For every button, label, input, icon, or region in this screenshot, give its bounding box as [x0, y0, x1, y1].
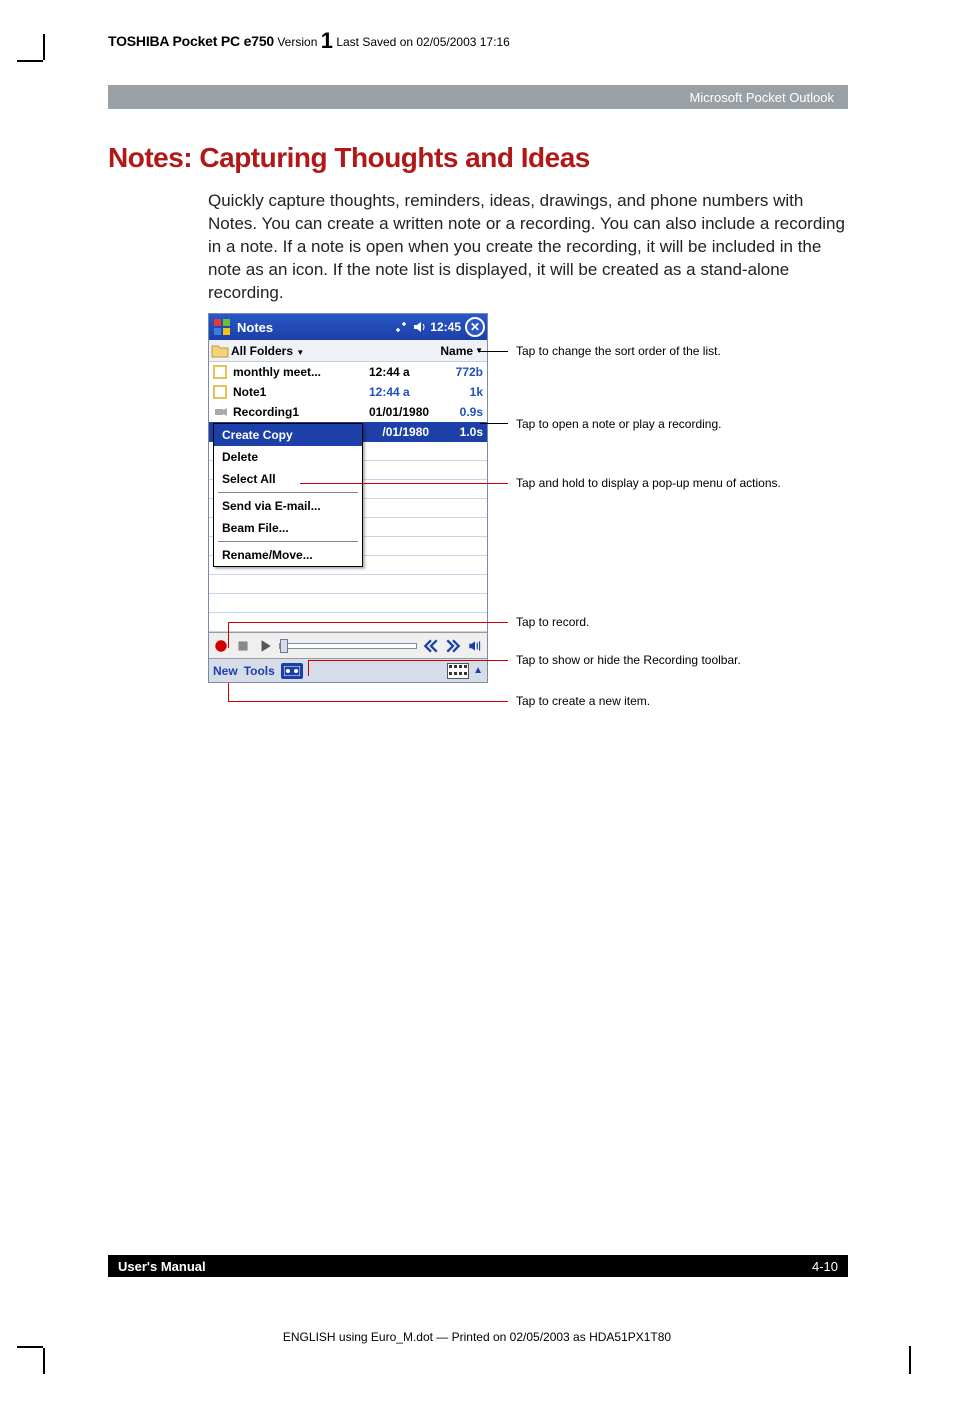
crop-mark: [43, 34, 45, 60]
app-title: Notes: [235, 320, 394, 335]
callout-toolbar: Tap to show or hide the Recording toolba…: [516, 653, 806, 669]
item-name: Note1: [233, 385, 369, 399]
skip-forward-button[interactable]: [445, 638, 461, 654]
callout-popup: Tap and hold to display a pop-up menu of…: [516, 476, 806, 492]
item-name: monthly meet...: [233, 365, 369, 379]
record-button[interactable]: [213, 638, 229, 654]
recording-toolbar-toggle[interactable]: [281, 663, 303, 679]
footer-page-number: 4-10: [812, 1259, 838, 1274]
crop-mark: [17, 60, 43, 62]
new-button[interactable]: New: [213, 664, 238, 678]
callout-line-red: [300, 483, 508, 484]
item-time: 01/01/1980: [369, 405, 443, 419]
lined-area: Create Copy Delete Select All Send via E…: [209, 442, 487, 632]
page-title: Notes: Capturing Thoughts and Ideas: [108, 142, 590, 174]
callout-line-red: [308, 660, 309, 676]
footer-left: User's Manual: [118, 1259, 206, 1274]
pocketpc-screenshot: Notes 12:45 ✕ All Folders ▼ Name ▼ m: [208, 313, 488, 683]
section-bar: Microsoft Pocket Outlook: [108, 85, 848, 109]
callout-line: [480, 423, 508, 424]
saved-timestamp: Last Saved on 02/05/2003 17:16: [336, 35, 509, 49]
note-icon: [213, 385, 229, 399]
callout-line-red: [228, 622, 229, 648]
callout-new: Tap to create a new item.: [516, 694, 806, 710]
print-footer: ENGLISH using Euro_M.dot — Printed on 02…: [0, 1330, 954, 1344]
callout-line-red: [228, 683, 229, 701]
version-label: Version: [277, 35, 317, 49]
status-area: 12:45: [394, 320, 465, 334]
stop-button[interactable]: [235, 638, 251, 654]
crop-mark: [43, 1348, 45, 1374]
start-icon[interactable]: [211, 316, 233, 338]
item-size: 0.9s: [443, 405, 483, 419]
folder-dropdown[interactable]: All Folders ▼: [231, 344, 304, 358]
list-item[interactable]: Note1 12:44 a 1k: [209, 382, 487, 402]
callout-record: Tap to record.: [516, 615, 806, 631]
item-time: 01/01/1980: [369, 425, 443, 439]
item-size: 1k: [443, 385, 483, 399]
volume-button[interactable]: [467, 638, 483, 654]
crop-mark: [909, 1346, 911, 1374]
item-size: 1.0s: [443, 425, 483, 439]
menu-item-beam-file[interactable]: Beam File...: [214, 517, 362, 539]
filter-row: All Folders ▼ Name ▼: [209, 340, 487, 362]
menu-item-rename-move[interactable]: Rename/Move...: [214, 544, 362, 566]
chevron-down-icon: ▼: [296, 348, 304, 357]
device-name: TOSHIBA Pocket PC e750: [108, 33, 274, 49]
item-name: Recording1: [233, 405, 369, 419]
context-menu: Create Copy Delete Select All Send via E…: [213, 423, 363, 567]
connectivity-icon[interactable]: [394, 320, 408, 334]
callout-line-red: [228, 622, 508, 623]
crop-mark: [17, 1346, 43, 1348]
speaker-icon[interactable]: [412, 320, 426, 334]
close-button[interactable]: ✕: [465, 317, 485, 337]
section-bar-text: Microsoft Pocket Outlook: [690, 90, 835, 105]
menu-separator: [218, 492, 358, 493]
item-time: 12:44 a: [369, 385, 443, 399]
folder-icon: [211, 343, 229, 359]
menu-item-select-all[interactable]: Select All: [214, 468, 362, 490]
titlebar: Notes 12:45 ✕: [209, 314, 487, 340]
menu-item-create-copy[interactable]: Create Copy: [214, 424, 362, 446]
page-header: TOSHIBA Pocket PC e750 Version 1 Last Sa…: [108, 26, 510, 52]
list-item[interactable]: Recording1 01/01/1980 0.9s: [209, 402, 487, 422]
recording-icon: [213, 405, 229, 419]
clock-time: 12:45: [430, 320, 461, 334]
skip-back-button[interactable]: [423, 638, 439, 654]
input-panel-arrow[interactable]: ▲: [473, 665, 483, 676]
figure: Notes 12:45 ✕ All Folders ▼ Name ▼ m: [208, 313, 848, 683]
bottom-bar: New Tools ▲: [209, 658, 487, 682]
version-number: 1: [321, 28, 333, 54]
note-icon: [213, 365, 229, 379]
footer-bar: User's Manual 4-10: [108, 1255, 848, 1277]
play-button[interactable]: [257, 638, 273, 654]
playback-slider[interactable]: [279, 643, 417, 649]
callout-open: Tap to open a note or play a recording.: [516, 417, 806, 433]
menu-item-delete[interactable]: Delete: [214, 446, 362, 468]
body-paragraph: Quickly capture thoughts, reminders, ide…: [208, 190, 848, 305]
callout-line-red: [228, 701, 508, 702]
slider-thumb[interactable]: [280, 639, 288, 653]
item-size: 772b: [443, 365, 483, 379]
keyboard-button[interactable]: [447, 663, 469, 679]
list-item[interactable]: monthly meet... 12:44 a 772b: [209, 362, 487, 382]
callout-sort: Tap to change the sort order of the list…: [516, 344, 806, 360]
callout-line-red: [308, 660, 508, 661]
menu-separator: [218, 541, 358, 542]
menu-item-send-email[interactable]: Send via E-mail...: [214, 495, 362, 517]
recording-toolbar: [209, 632, 487, 658]
tools-menu[interactable]: Tools: [244, 664, 275, 678]
callout-line: [478, 351, 508, 352]
item-time: 12:44 a: [369, 365, 443, 379]
